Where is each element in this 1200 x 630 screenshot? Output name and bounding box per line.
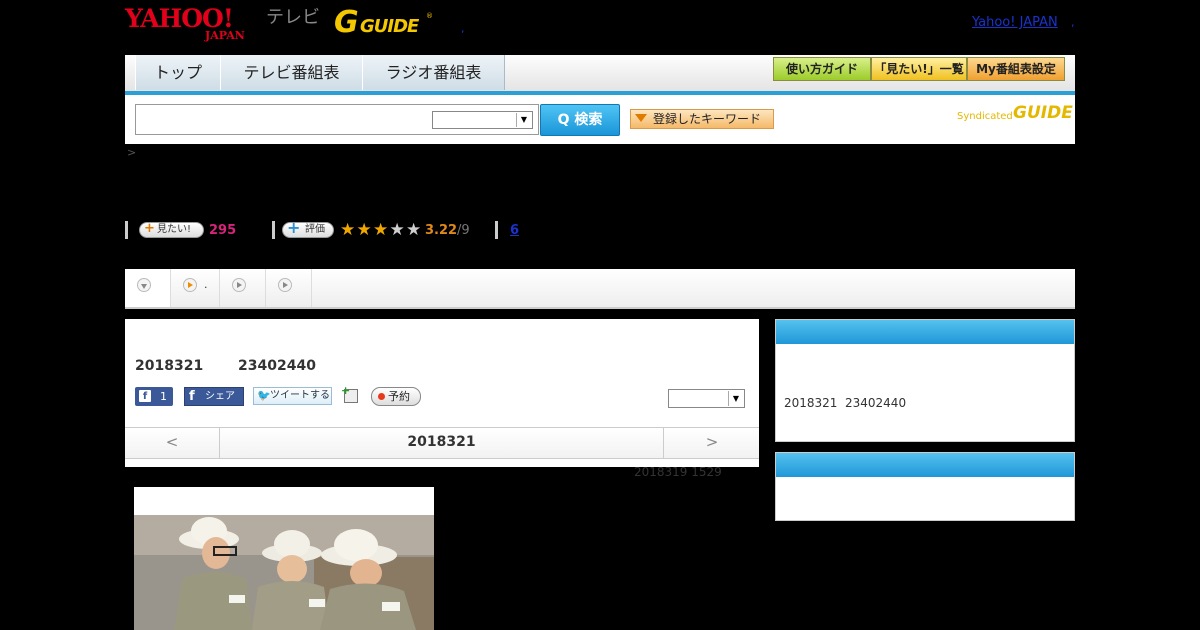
last-updated: 2018319 1529	[634, 465, 722, 479]
search-bar: ▼ Q 検索 登録したキーワード Syndicated GUIDE	[125, 95, 1075, 144]
gguide-guide-text: GUIDE	[360, 16, 419, 37]
program-tabs: .	[125, 269, 1075, 309]
header-link-dot-right[interactable]: ,	[1071, 16, 1075, 29]
twitter-bird-icon: 🐦	[257, 389, 271, 402]
star-filled-icon: ★	[340, 220, 356, 240]
circle-down-icon	[137, 278, 151, 292]
usage-guide-button[interactable]: 使い方ガイド	[773, 57, 871, 81]
syndicated-gguide-logo: Syndicated GUIDE	[957, 103, 1073, 127]
divider	[125, 221, 128, 239]
yahoo-japan-logo[interactable]: YAHOO! JAPAN	[125, 6, 265, 42]
tweet-button[interactable]: 🐦 ツイートする	[253, 387, 332, 405]
search-button[interactable]: Q 検索	[540, 104, 620, 136]
star-filled-icon: ★	[373, 220, 389, 240]
breadcrumb[interactable]: >	[127, 146, 136, 159]
sidebar-box-header	[776, 453, 1074, 477]
current-date: 2018321	[407, 434, 476, 450]
main-nav-bar: トップ テレビ番組表 ラジオ番組表 使い方ガイド 「見たい!」一覧 My番組表設…	[125, 55, 1075, 95]
program-options-select[interactable]: ▼	[668, 389, 745, 408]
chevron-down-icon: ▼	[516, 113, 531, 127]
reserve-recording-button[interactable]: 予約	[371, 387, 421, 406]
rate-button[interactable]: + 評価	[282, 218, 334, 238]
reserve-label: 予約	[388, 390, 410, 403]
tab-fourth[interactable]	[266, 269, 312, 307]
syndicated-guide-text: GUIDE	[1013, 103, 1073, 123]
tab-program-info[interactable]	[125, 269, 171, 307]
tab-third[interactable]	[220, 269, 266, 307]
logo-japan-text: JAPAN	[205, 29, 245, 42]
want-list-button[interactable]: 「見たい!」一覧	[871, 57, 967, 81]
nav-tab-radio-listings[interactable]: ラジオ番組表	[362, 55, 505, 90]
facebook-like-count: 1	[160, 390, 167, 403]
divider	[495, 221, 498, 239]
prev-day-button[interactable]: <	[125, 428, 220, 458]
program-photo	[134, 487, 434, 630]
sidebar-broadcast-date: 2018321	[784, 396, 838, 410]
want-to-watch-label: 見たい!	[157, 224, 192, 235]
search-category-select[interactable]: ▼	[432, 111, 533, 129]
rate-label: 評価	[305, 224, 325, 235]
rating-score: 3.22	[425, 223, 458, 238]
review-count-link[interactable]: 6	[510, 223, 519, 238]
facebook-icon: f	[139, 390, 151, 402]
program-date: 2018321	[135, 358, 204, 374]
facebook-like-button[interactable]: f 1	[135, 387, 173, 406]
program-thumbnail	[134, 487, 434, 630]
yahoo-japan-link[interactable]: Yahoo! JAPAN	[972, 15, 1058, 31]
date-navigation: < 2018321 >	[125, 427, 759, 459]
add-to-calendar-icon[interactable]: +	[341, 384, 358, 403]
want-to-watch-button[interactable]: + 見たい!	[139, 222, 204, 238]
nav-tab-tv-listings[interactable]: テレビ番組表	[220, 55, 363, 90]
want-count: 295	[209, 223, 237, 238]
record-dot-icon	[378, 393, 385, 400]
tab-second[interactable]: .	[171, 269, 220, 307]
plus-icon: +	[144, 221, 155, 236]
header-link-dot[interactable]: ,	[461, 22, 465, 35]
star-filled-icon: ★	[356, 220, 372, 240]
sidebar-broadcast-time: 23402440	[845, 396, 907, 410]
my-listings-settings-button[interactable]: My番組表設定	[967, 57, 1065, 81]
nav-tab-top[interactable]: トップ	[135, 55, 221, 90]
facebook-icon: f	[189, 389, 195, 404]
facebook-share-button[interactable]: f シェア	[184, 387, 244, 406]
registered-keywords-label: 登録したキーワード	[653, 112, 762, 126]
program-detail-panel: 2018321 23402440 f 1 f シェア 🐦 ツイートする + 予約…	[125, 319, 759, 467]
sidebar-box-header	[776, 320, 1074, 344]
triangle-down-icon	[635, 114, 647, 122]
play-orange-icon	[183, 278, 197, 292]
sidebar-box-broadcast: 2018321 23402440	[775, 319, 1075, 442]
play-icon	[278, 278, 292, 292]
play-icon	[232, 278, 246, 292]
rating-total: /9	[457, 223, 470, 238]
gguide-logo[interactable]: G GUIDE ®	[334, 6, 434, 42]
star-empty-icon: ★	[389, 220, 405, 240]
registered-keywords-button[interactable]: 登録したキーワード	[630, 109, 774, 129]
next-day-button[interactable]: >	[663, 428, 760, 458]
plus-icon: +	[287, 218, 301, 237]
divider	[272, 221, 275, 239]
gguide-registered-mark: ®	[426, 12, 433, 20]
tweet-label: ツイートする	[270, 390, 330, 401]
tab-second-text: .	[204, 278, 208, 291]
sidebar-box-secondary	[775, 452, 1075, 521]
gguide-g-mark: G	[334, 5, 359, 40]
plus-icon: +	[341, 384, 351, 397]
program-time: 23402440	[238, 358, 316, 374]
chevron-down-icon: ▼	[728, 391, 743, 406]
tv-label: テレビ	[266, 7, 320, 28]
syndicated-text: Syndicated	[957, 111, 1013, 122]
facebook-share-label: シェア	[205, 391, 235, 402]
star-empty-icon: ★	[406, 220, 422, 240]
